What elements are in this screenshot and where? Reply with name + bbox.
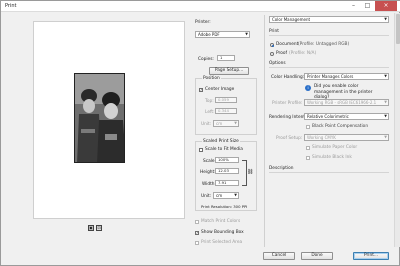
center-image-label: Center Image [205,87,235,92]
show-bounding-box-checkbox[interactable]: ✓ [195,231,199,235]
black-point-compensation-label: Black Point Compensation [312,124,369,129]
document-radio[interactable] [270,43,274,47]
mode-select-value: Color Management [272,17,311,22]
black-point-compensation-checkbox[interactable] [306,125,310,129]
proof-setup-label: Proof Setup: [276,136,303,141]
chevron-down-icon: ▼ [384,74,387,78]
zoom-fit-icon[interactable]: ⊡ [96,225,102,231]
proof-profile: (Profile: N/A) [289,51,317,56]
page-setup-button[interactable]: Page Setup... [209,67,249,75]
scale-field[interactable]: 100% [215,157,239,163]
scale-to-fit-label: Scale to Fit Media [205,147,243,152]
copies-field[interactable]: 1 [217,55,235,61]
color-handling-label: Color Handling: [271,75,305,80]
mode-select[interactable]: Color Management ▼ [269,16,389,23]
left-label: Left: [205,110,215,115]
chevron-down-icon: ▼ [234,121,237,125]
center-image-checkbox[interactable]: ✓ [199,88,203,92]
color-handling-select[interactable]: Printer Manages Colors ▼ [304,73,389,80]
proof-setup-value: Working CMYK [307,135,336,140]
print-divider [269,35,389,36]
chevron-down-icon: ▼ [234,193,237,197]
rendering-intent-select[interactable]: Relative Colorimetric ▼ [304,113,389,120]
description-area [269,175,389,245]
print-selected-area-label: Print Selected Area [201,240,243,245]
proof-setup-select[interactable]: Working CMYK ▼ [304,134,389,141]
photo-thumbnail [75,74,124,162]
simulate-paper-color-checkbox[interactable] [306,146,310,150]
width-label: Width: [202,182,216,187]
scale-to-fit-checkbox[interactable] [199,148,203,152]
cancel-button[interactable]: Cancel [263,252,295,260]
printer-profile-select[interactable]: Working RGB - sRGB IEC61966-2.1 ▼ [304,99,389,106]
rendering-intent-value: Relative Colorimetric [307,114,349,119]
printer-profile-label: Printer Profile: [272,101,303,106]
proof-radio[interactable] [270,52,274,56]
title-bar: Print – □ × [1,1,400,12]
options-divider [269,67,389,68]
chevron-down-icon: ▼ [245,32,248,36]
top-field[interactable]: 0.059 [215,97,237,103]
match-size-icon[interactable]: ▣ [88,225,94,231]
chevron-down-icon: ▼ [384,114,387,118]
image-preview [74,73,125,163]
left-field[interactable]: 0.344 [215,108,237,114]
position-title: Position [202,76,221,81]
info-icon: i [305,85,311,91]
proof-label: Proof [276,51,287,56]
height-field[interactable]: 12.03 [215,168,239,174]
link-icon[interactable]: ⛓ [247,169,253,176]
top-label: Top: [205,99,214,104]
chevron-down-icon: ▼ [384,135,387,139]
printer-profile-value: Working RGB - sRGB IEC61966-2.1 [307,100,377,105]
show-bounding-box-label: Show Bounding Box [201,230,244,235]
description-divider [269,172,389,173]
scaled-unit-select[interactable]: cm ▼ [213,192,239,199]
printer-select[interactable]: Adobe PDF ▼ [195,31,250,38]
right-panel-scrollbar[interactable] [394,13,400,247]
simulate-black-ink-label: Simulate Black Ink [312,155,352,160]
simulate-black-ink-checkbox[interactable] [306,156,310,160]
color-handling-value: Printer Manages Colors [307,74,354,79]
simulate-paper-color-label: Simulate Paper Color [312,145,358,150]
match-print-colors-label: Match Print Colors [201,219,241,224]
print-heading: Print [269,29,279,34]
print-resolution: Print Resolution: 300 PPI [201,204,248,209]
position-unit-select[interactable]: cm ▼ [213,120,239,127]
printer-select-value: Adobe PDF [198,32,220,37]
done-button[interactable]: Done [301,252,333,260]
height-label: Height: [200,170,216,175]
print-selected-area-checkbox[interactable] [195,241,199,245]
options-heading: Options [269,61,286,66]
scaled-unit-label: Unit: [201,194,212,199]
position-unit-label: Unit: [201,122,212,127]
minimize-button[interactable]: – [347,1,360,11]
chevron-down-icon: ▼ [384,17,387,21]
window-title: Print [5,3,17,9]
print-dialog: Print – □ × ▣ ⊡ Printer: Adobe PDF ▼ Copi… [0,0,400,266]
description-heading: Description [269,166,294,171]
rendering-intent-label: Rendering Intent: [269,115,307,120]
document-profile: (Profile: Untagged RGB) [298,42,350,47]
copies-label: Copies: [198,57,214,62]
column-divider [264,15,265,247]
position-unit-value: cm [216,121,223,126]
printer-label: Printer: [195,20,211,25]
close-button[interactable]: × [375,1,397,11]
scaled-print-size-title: Scaled Print Size [202,139,240,144]
width-field[interactable]: 7.91 [215,180,239,186]
match-print-colors-checkbox[interactable] [195,220,199,224]
chevron-down-icon: ▼ [384,100,387,104]
maximize-button[interactable]: □ [361,1,374,11]
print-button[interactable]: Print... [353,252,389,260]
scrollbar-thumb[interactable] [396,14,400,44]
document-label: Document [276,42,299,47]
scaled-unit-value: cm [216,193,223,198]
